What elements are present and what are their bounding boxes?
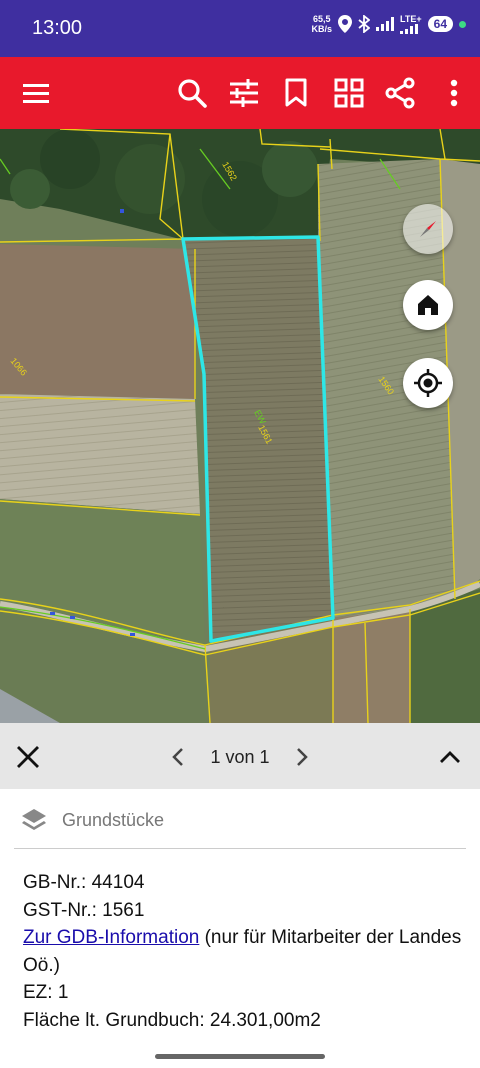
search-icon bbox=[178, 79, 207, 108]
signal-icon-2 bbox=[400, 24, 419, 34]
compass-button[interactable] bbox=[403, 204, 453, 254]
search-button[interactable] bbox=[174, 75, 210, 111]
status-icons: 65,5 KB/s LTE+ 64 bbox=[312, 14, 466, 34]
gdb-info-link[interactable]: Zur GDB-Information bbox=[23, 927, 199, 948]
filter-button[interactable] bbox=[226, 75, 262, 111]
layer-name: Grundstücke bbox=[62, 809, 165, 830]
share-icon bbox=[385, 77, 415, 109]
compass-icon bbox=[420, 221, 436, 237]
ez-number: EZ: 1 bbox=[23, 982, 69, 1003]
battery-indicator: 64 bbox=[427, 16, 453, 32]
tune-icon bbox=[230, 79, 258, 107]
my-location-button[interactable] bbox=[403, 358, 453, 408]
map-view[interactable]: 1561 EW 1562 1066 1560 bbox=[0, 129, 480, 723]
chevron-right-icon[interactable] bbox=[294, 746, 310, 768]
privacy-dot bbox=[459, 20, 466, 28]
menu-button[interactable] bbox=[18, 75, 54, 111]
gesture-nav-bar[interactable] bbox=[155, 1054, 325, 1059]
gdb-info-row: Zur GDB-Information (nur für Mitarbeiter… bbox=[23, 924, 464, 979]
network-speed: 65,5 KB/s bbox=[311, 14, 333, 34]
lte-indicator: LTE+ bbox=[400, 14, 422, 34]
parcel-info: GB-Nr.: 44104 GST-Nr.: 1561 Zur GDB-Info… bbox=[23, 869, 464, 1034]
chevron-up-icon[interactable] bbox=[438, 745, 462, 769]
bookmark-button[interactable] bbox=[278, 75, 314, 111]
info-panel-header: 1 von 1 bbox=[0, 723, 480, 789]
my-location-icon bbox=[414, 369, 442, 397]
grid-icon bbox=[334, 78, 364, 108]
location-icon bbox=[338, 15, 353, 33]
area: Fläche lt. Grundbuch: 24.301,00m2 bbox=[23, 1009, 321, 1031]
more-vert-icon bbox=[450, 79, 458, 107]
close-icon[interactable] bbox=[14, 743, 42, 771]
home-button[interactable] bbox=[403, 280, 453, 330]
share-button[interactable] bbox=[382, 75, 418, 111]
layer-header: Grundstücke bbox=[20, 807, 164, 833]
menu-icon bbox=[23, 84, 49, 103]
signal-icon bbox=[376, 17, 395, 31]
bluetooth-icon bbox=[358, 15, 371, 33]
overflow-menu-button[interactable] bbox=[436, 75, 472, 111]
home-icon bbox=[418, 295, 438, 315]
result-pager: 1 von 1 bbox=[170, 743, 310, 771]
status-bar: 13:00 65,5 KB/s LTE+ 64 bbox=[0, 0, 480, 57]
info-panel-body: Grundstücke GB-Nr.: 44104 GST-Nr.: 1561 … bbox=[0, 789, 480, 1068]
divider bbox=[14, 848, 466, 849]
pager-text: 1 von 1 bbox=[210, 746, 270, 767]
gst-number: GST-Nr.: 1561 bbox=[23, 899, 145, 921]
clock: 13:00 bbox=[32, 17, 83, 39]
bookmark-icon bbox=[285, 78, 307, 107]
layers-icon bbox=[22, 809, 46, 830]
app-toolbar bbox=[0, 57, 480, 129]
layers-grid-button[interactable] bbox=[331, 75, 367, 111]
gb-number: GB-Nr.: 44104 bbox=[23, 872, 145, 893]
chevron-left-icon[interactable] bbox=[170, 746, 186, 768]
